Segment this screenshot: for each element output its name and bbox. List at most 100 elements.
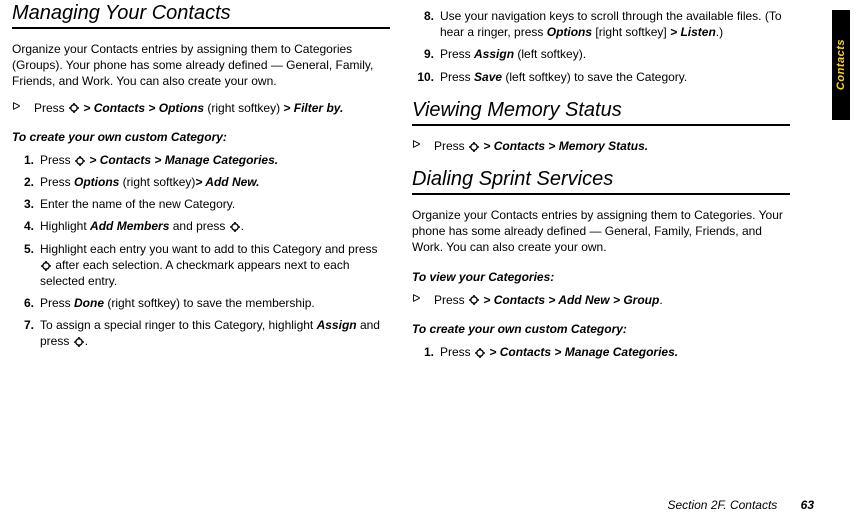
txt: Highlight (40, 219, 90, 233)
step-6: 6. Press Done (right softkey) to save th… (12, 295, 390, 311)
step-text: Press Assign (left softkey). (440, 46, 790, 62)
txt: > (145, 101, 159, 115)
step-number: 10. (412, 69, 434, 85)
txt: > (195, 175, 205, 189)
step-1: 1. Press > Contacts > Manage Categories. (12, 152, 390, 168)
footer-section: Section 2F. Contacts (667, 498, 777, 512)
txt: Save (474, 70, 502, 84)
nav-key-icon (468, 141, 480, 153)
txt: > (89, 153, 99, 167)
nav-key-icon (229, 221, 241, 233)
txt: Done (74, 296, 104, 310)
step-number: 5. (12, 241, 34, 290)
txt: Press (40, 175, 74, 189)
bullet-marker: ᐅ (412, 138, 434, 154)
txt: > (545, 139, 559, 153)
bullet-text: Press > Contacts > Memory Status. (434, 138, 790, 154)
nav-key-icon (468, 294, 480, 306)
side-tab: Contacts (832, 10, 850, 120)
page-content: Managing Your Contacts Organize your Con… (0, 0, 864, 366)
txt: Contacts (494, 139, 545, 153)
txt: Press (40, 153, 74, 167)
txt: > (483, 139, 493, 153)
step-number: 2. (12, 174, 34, 190)
txt: Press (440, 70, 474, 84)
txt: > (151, 153, 165, 167)
step-10: 10. Press Save (left softkey) to save th… (412, 69, 790, 85)
txt: . (659, 293, 662, 307)
step-text: Press > Contacts > Manage Categories. (40, 152, 390, 168)
txt: after each selection. A checkmark appear… (40, 258, 350, 288)
txt: Memory Status. (559, 139, 648, 153)
bullet-memory-status: ᐅ Press > Contacts > Memory Status. (412, 138, 790, 154)
subhead-view-categories: To view your Categories: (412, 270, 790, 284)
bullet-text: Press > Contacts > Add New > Group. (434, 292, 790, 308)
step-8: 8. Use your navigation keys to scroll th… (412, 8, 790, 40)
txt: Contacts (500, 345, 551, 359)
txt: .) (716, 25, 723, 39)
left-column: Managing Your Contacts Organize your Con… (12, 2, 390, 366)
txt: Listen (680, 25, 715, 39)
step-number: 4. (12, 218, 34, 234)
step-text: To assign a special ringer to this Categ… (40, 317, 390, 349)
txt: (left softkey) to save the Category. (502, 70, 687, 84)
txt: > (670, 25, 680, 39)
nav-key-icon (68, 102, 80, 114)
step-text: Press Options (right softkey)> Add New. (40, 174, 390, 190)
txt: Options (74, 175, 119, 189)
step-text: Use your navigation keys to scroll throu… (440, 8, 790, 40)
step-number: 9. (412, 46, 434, 62)
txt: Press (440, 47, 474, 61)
txt: Assign (317, 318, 357, 332)
txt: Contacts (100, 153, 151, 167)
txt: (right softkey) to save the membership. (104, 296, 315, 310)
step-2: 2. Press Options (right softkey)> Add Ne… (12, 174, 390, 190)
txt: Contacts (494, 293, 545, 307)
txt: > (545, 293, 558, 307)
nav-key-icon (40, 260, 52, 272)
txt: Manage Categories. (165, 153, 278, 167)
step-number: 8. (412, 8, 434, 40)
page-footer: Section 2F. Contacts 63 (667, 498, 814, 512)
txt: To assign a special ringer to this Categ… (40, 318, 317, 332)
txt: Group (623, 293, 659, 307)
right-column: 8. Use your navigation keys to scroll th… (412, 2, 790, 366)
subhead-create-category-2: To create your own custom Category: (412, 322, 790, 336)
step-text: Press Done (right softkey) to save the m… (40, 295, 390, 311)
bullet-marker: ᐅ (12, 100, 34, 116)
step-text: Highlight each entry you want to add to … (40, 241, 390, 290)
step-text: Press > Contacts > Manage Categories. (440, 344, 790, 360)
txt: Options (547, 25, 592, 39)
step-4: 4. Highlight Add Members and press . (12, 218, 390, 234)
side-tab-label: Contacts (835, 39, 847, 90)
step-7: 7. To assign a special ringer to this Ca… (12, 317, 390, 349)
txt: Press (40, 296, 74, 310)
txt: > (610, 293, 624, 307)
txt: . (85, 334, 88, 348)
txt: Add Members (90, 219, 169, 233)
txt: Manage Categories. (565, 345, 678, 359)
txt: (right softkey) (204, 101, 283, 115)
bullet-marker: ᐅ (412, 292, 434, 308)
heading-viewing-memory: Viewing Memory Status (412, 99, 790, 126)
nav-key-icon (74, 155, 86, 167)
step-number: 1. (412, 344, 434, 360)
txt: Press (440, 345, 474, 359)
txt: Assign (474, 47, 514, 61)
step-number: 3. (12, 196, 34, 212)
intro-paragraph-2: Organize your Contacts entries by assign… (412, 207, 790, 256)
heading-managing-contacts: Managing Your Contacts (12, 2, 390, 29)
txt: > (83, 101, 93, 115)
subhead-create-category: To create your own custom Category: (12, 130, 390, 144)
txt: (left softkey). (514, 47, 586, 61)
step-9: 9. Press Assign (left softkey). (412, 46, 790, 62)
intro-paragraph: Organize your Contacts entries by assign… (12, 41, 390, 90)
txt: Press (434, 293, 468, 307)
txt: Filter by. (294, 101, 344, 115)
step-3: 3. Enter the name of the new Category. (12, 196, 390, 212)
step-number: 7. (12, 317, 34, 349)
step-text: Highlight Add Members and press . (40, 218, 390, 234)
bullet-text: Press > Contacts > Options (right softke… (34, 100, 390, 116)
txt: > (483, 293, 493, 307)
txt: (right softkey) (119, 175, 195, 189)
